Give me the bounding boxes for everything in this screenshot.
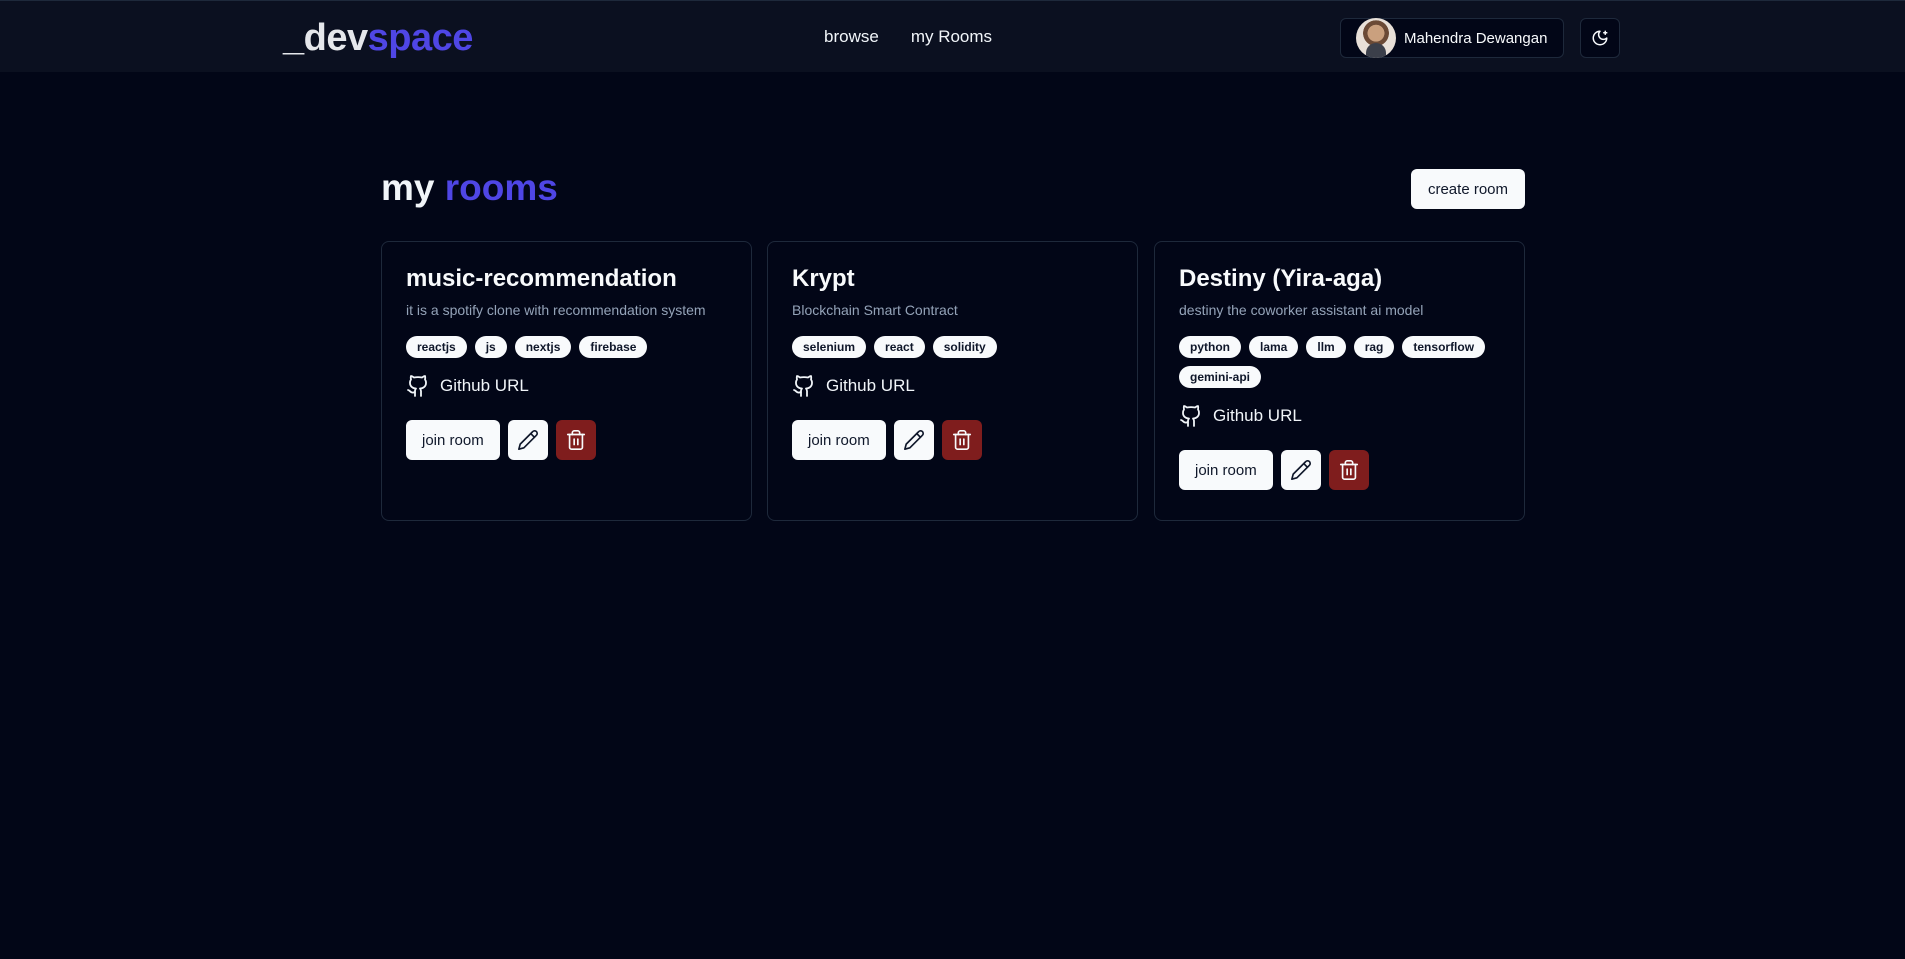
- page-title: my rooms: [381, 166, 558, 210]
- room-title: music-recommendation: [406, 265, 677, 292]
- edit-room-button[interactable]: [893, 420, 934, 460]
- tag-list: selenium react solidity: [792, 336, 1113, 358]
- tag-badge[interactable]: js: [474, 336, 507, 358]
- app-logo[interactable]: _devspace: [283, 17, 473, 59]
- user-account-button[interactable]: Mahendra Dewangan: [1340, 18, 1564, 58]
- tag-badge[interactable]: llm: [1306, 336, 1346, 358]
- github-link[interactable]: Github URL: [1179, 404, 1500, 428]
- github-link[interactable]: Github URL: [406, 374, 727, 398]
- theme-toggle-button[interactable]: [1580, 18, 1620, 58]
- page-title-word2: rooms: [444, 167, 558, 208]
- tag-badge[interactable]: python: [1179, 336, 1241, 358]
- edit-room-button[interactable]: [1280, 450, 1321, 490]
- nav-browse-link[interactable]: browse: [824, 27, 879, 47]
- room-card: Destiny (Yira-aga) destiny the coworker …: [1154, 241, 1525, 521]
- create-room-button[interactable]: create room: [1411, 169, 1525, 209]
- trash-icon: [951, 429, 973, 451]
- room-description: destiny the coworker assistant ai model: [1179, 302, 1424, 318]
- tag-badge[interactable]: tensorflow: [1402, 336, 1486, 358]
- github-icon: [792, 374, 816, 398]
- room-actions: join room: [406, 420, 727, 460]
- room-actions: join room: [1179, 450, 1500, 490]
- tag-badge[interactable]: lama: [1249, 336, 1299, 358]
- room-title: Destiny (Yira-aga): [1179, 265, 1383, 292]
- room-title: Krypt: [792, 265, 855, 292]
- github-label: Github URL: [440, 376, 529, 395]
- main-nav: browse my Rooms: [824, 27, 992, 47]
- delete-room-button[interactable]: [1328, 450, 1369, 490]
- github-icon: [1179, 404, 1203, 428]
- room-description: Blockchain Smart Contract: [792, 302, 958, 318]
- github-icon: [406, 374, 430, 398]
- tag-badge[interactable]: selenium: [792, 336, 867, 358]
- nav-my-rooms-link[interactable]: my Rooms: [911, 27, 992, 47]
- room-actions: join room: [792, 420, 1113, 460]
- delete-room-button[interactable]: [941, 420, 982, 460]
- logo-suffix: space: [367, 17, 474, 59]
- tag-badge[interactable]: rag: [1353, 336, 1395, 358]
- tag-badge[interactable]: solidity: [932, 336, 997, 358]
- user-name: Mahendra Dewangan: [1404, 29, 1548, 47]
- join-room-button[interactable]: join room: [406, 420, 500, 460]
- tag-list: reactjs js nextjs firebase: [406, 336, 727, 358]
- trash-icon: [565, 429, 587, 451]
- room-card: Krypt Blockchain Smart Contract selenium…: [767, 241, 1138, 521]
- tag-badge[interactable]: firebase: [579, 336, 648, 358]
- tag-badge[interactable]: nextjs: [514, 336, 572, 358]
- tag-badge[interactable]: gemini-api: [1179, 366, 1262, 388]
- pencil-icon: [517, 429, 539, 451]
- avatar: [1356, 18, 1396, 58]
- github-link[interactable]: Github URL: [792, 374, 1113, 398]
- logo-prefix: _dev: [283, 17, 368, 59]
- top-navbar: _devspace browse my Rooms Mahendra Dewan…: [0, 0, 1905, 72]
- github-label: Github URL: [1213, 406, 1302, 425]
- tag-badge[interactable]: react: [874, 336, 925, 358]
- trash-icon: [1338, 459, 1360, 481]
- join-room-button[interactable]: join room: [792, 420, 886, 460]
- tag-badge[interactable]: reactjs: [406, 336, 467, 358]
- room-description: it is a spotify clone with recommendatio…: [406, 302, 706, 318]
- room-card: music-recommendation it is a spotify clo…: [381, 241, 752, 521]
- join-room-button[interactable]: join room: [1179, 450, 1273, 490]
- edit-room-button[interactable]: [507, 420, 548, 460]
- moon-icon: [1592, 30, 1608, 46]
- delete-room-button[interactable]: [555, 420, 596, 460]
- pencil-icon: [1290, 459, 1312, 481]
- page-title-word1: my: [381, 167, 435, 208]
- github-label: Github URL: [826, 376, 915, 395]
- tag-list: python lama llm rag tensorflow gemini-api: [1179, 336, 1500, 388]
- pencil-icon: [903, 429, 925, 451]
